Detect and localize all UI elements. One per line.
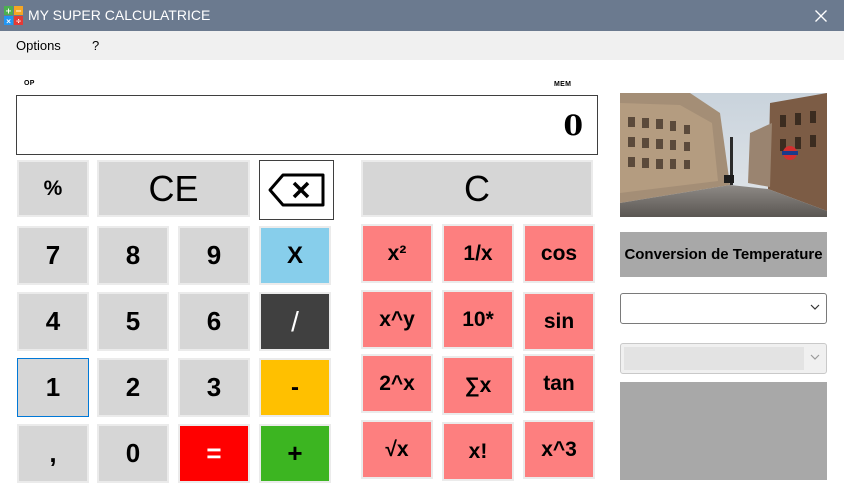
digit-3-button[interactable]: 3	[178, 358, 250, 417]
calculator-panel: OP MEM 0 % CE C 7 8 9 X x² 1/x cos 4 5 6…	[0, 60, 844, 491]
source-unit-select[interactable]	[620, 293, 827, 324]
city-street-photo	[620, 93, 827, 217]
window-title: MY SUPER CALCULATRICE	[28, 7, 211, 23]
sin-button[interactable]: sin	[523, 292, 595, 351]
digit-6-button[interactable]: 6	[178, 292, 250, 351]
svg-text:÷: ÷	[16, 18, 22, 26]
factorial-button[interactable]: x!	[442, 422, 514, 481]
svg-text:−: −	[15, 7, 22, 16]
menu-bar: Options ?	[0, 31, 844, 60]
digit-4-button[interactable]: 4	[17, 292, 89, 351]
temperature-conversion-title: Conversion de Temperature	[620, 232, 827, 277]
close-icon	[815, 9, 827, 22]
clear-button[interactable]: C	[361, 160, 593, 217]
title-bar: + − × ÷ MY SUPER CALCULATRICE	[0, 0, 844, 31]
mem-label: MEM	[554, 81, 572, 88]
backspace-button[interactable]	[259, 160, 334, 220]
digit-0-button[interactable]: 0	[97, 424, 169, 483]
target-unit-value	[624, 347, 804, 370]
svg-text:×: ×	[6, 18, 12, 26]
svg-text:+: +	[5, 7, 12, 16]
power-of-ten-button[interactable]: 10*	[442, 290, 514, 349]
power-of-two-button[interactable]: 2^x	[361, 354, 433, 413]
power-button[interactable]: x^y	[361, 290, 433, 349]
square-button[interactable]: x²	[361, 224, 433, 283]
menu-options[interactable]: Options	[16, 38, 61, 53]
multiply-button[interactable]: X	[259, 226, 331, 285]
calculator-display[interactable]: 0	[16, 95, 598, 155]
digit-2-button[interactable]: 2	[97, 358, 169, 417]
conversion-result-panel	[620, 382, 827, 480]
square-root-button[interactable]: √x	[361, 420, 433, 479]
clear-entry-button[interactable]: CE	[97, 160, 250, 217]
equals-button[interactable]: =	[178, 424, 250, 483]
menu-help[interactable]: ?	[92, 38, 99, 53]
display-value: 0	[563, 109, 583, 142]
comma-button[interactable]: ,	[17, 424, 89, 483]
digit-1-button[interactable]: 1	[17, 358, 89, 417]
backspace-icon	[268, 173, 324, 207]
digit-7-button[interactable]: 7	[17, 226, 89, 285]
target-unit-select[interactable]	[620, 343, 827, 374]
summation-button[interactable]: ∑x	[442, 356, 514, 415]
digit-5-button[interactable]: 5	[97, 292, 169, 351]
plus-button[interactable]: +	[259, 424, 331, 483]
cos-button[interactable]: cos	[523, 224, 595, 283]
inverse-button[interactable]: 1/x	[442, 224, 514, 283]
chevron-down-icon	[810, 354, 820, 360]
chevron-down-icon	[810, 304, 820, 310]
digit-9-button[interactable]: 9	[178, 226, 250, 285]
cube-button[interactable]: x^3	[523, 420, 595, 479]
calculator-app-icon: + − × ÷	[4, 6, 23, 25]
percent-button[interactable]: %	[17, 160, 89, 217]
op-label: OP	[24, 80, 35, 87]
minus-button[interactable]: -	[259, 358, 331, 417]
divide-button[interactable]: /	[259, 292, 331, 351]
tan-button[interactable]: tan	[523, 354, 595, 413]
digit-8-button[interactable]: 8	[97, 226, 169, 285]
close-button[interactable]	[798, 0, 844, 31]
